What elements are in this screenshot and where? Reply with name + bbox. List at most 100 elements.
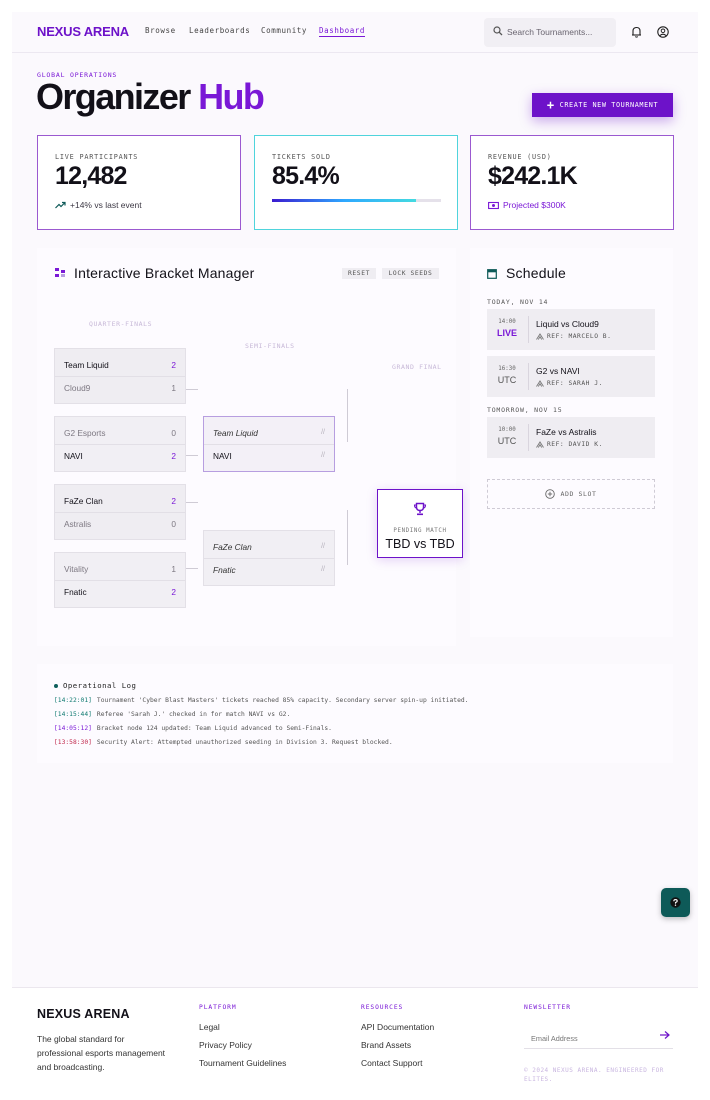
match-qf-1[interactable]: Team Liquid 2 Cloud9 1 xyxy=(54,348,186,404)
tickets-progress-bar xyxy=(272,199,441,202)
nav-link-community[interactable]: Community xyxy=(261,26,307,35)
round-label-grand-final: GRAND FINAL xyxy=(392,363,442,371)
log-entry: [14:15:44] Referee 'Sarah J.' checked in … xyxy=(54,711,290,718)
stat-value: 85.4% xyxy=(272,162,340,190)
footer-heading-newsletter: NEWSLETTER xyxy=(524,1004,571,1011)
team-name: G2 Esports xyxy=(64,428,106,438)
bracket-panel: Interactive Bracket Manager RESET LOCK S… xyxy=(37,248,463,646)
nav-link-leaderboards[interactable]: Leaderboards xyxy=(189,26,250,35)
bracket-title: Interactive Bracket Manager xyxy=(74,265,255,281)
log-entry: [14:22:01] Tournament 'Cyber Blast Master… xyxy=(54,697,468,704)
reset-button[interactable]: RESET xyxy=(342,268,376,279)
log-entry: [13:58:30] Security Alert: Attempted unau… xyxy=(54,739,393,746)
team-name: Fnatic xyxy=(213,565,236,575)
log-timestamp: [14:15:44] xyxy=(54,711,92,718)
money-icon xyxy=(488,201,499,209)
stat-label: TICKETS SOLD xyxy=(272,153,331,161)
match-divider xyxy=(55,580,185,581)
slot-referee-text: REF: DAVID K. xyxy=(547,441,603,448)
add-circle-icon xyxy=(545,489,556,499)
team-name: Cloud9 xyxy=(64,383,91,393)
schedule-slot[interactable]: 16:30 UTC G2 vs NAVI REF: SARAH J. xyxy=(487,356,655,397)
team-score: 1 xyxy=(171,383,176,393)
team-score: 2 xyxy=(171,451,176,461)
newsletter-email-input[interactable]: Email Address xyxy=(524,1023,673,1049)
slot-time: 16:30 xyxy=(498,366,516,372)
team-score: // xyxy=(321,429,325,436)
match-qf-3[interactable]: FaZe Clan 2 Astralis 0 xyxy=(54,484,186,540)
stat-card-tickets: TICKETS SOLD 85.4% xyxy=(254,135,458,230)
match-divider xyxy=(204,558,334,559)
stat-projection-text: Projected $300K xyxy=(503,200,566,210)
team-name: Fnatic xyxy=(64,587,87,597)
slot-separator xyxy=(528,424,529,451)
title-accent: Hub xyxy=(198,76,265,117)
bracket-connector xyxy=(347,510,348,565)
log-entry: [14:05:12] Bracket node 124 updated: Team… xyxy=(54,725,332,732)
team-score: // xyxy=(321,452,325,459)
referee-icon xyxy=(536,333,544,340)
nav-link-dashboard[interactable]: Dashboard xyxy=(319,26,366,37)
stat-card-revenue: REVENUE (USD) $242.1K Projected $300K xyxy=(470,135,674,230)
bracket-connector xyxy=(186,455,198,456)
slot-referee-text: REF: SARAH J. xyxy=(547,380,603,387)
search-input[interactable]: Search Tournaments... xyxy=(484,18,616,47)
match-sf-2[interactable]: FaZe Clan // Fnatic // xyxy=(203,530,335,586)
plus-icon: + xyxy=(546,98,555,112)
team-name: NAVI xyxy=(213,451,232,461)
help-button[interactable] xyxy=(661,888,690,917)
footer-link-api[interactable]: API Documentation xyxy=(361,1022,434,1032)
slot-referee: REF: DAVID K. xyxy=(536,441,603,448)
create-tournament-button[interactable]: + CREATE NEW TOURNAMENT xyxy=(532,93,673,117)
match-grand-final[interactable]: PENDING MATCH TBD vs TBD xyxy=(377,489,463,558)
team-name: FaZe Clan xyxy=(64,496,103,506)
log-text: Referee 'Sarah J.' checked in for match … xyxy=(96,711,291,718)
trophy-icon xyxy=(413,502,427,516)
add-slot-button[interactable]: ADD SLOT xyxy=(487,479,655,509)
bell-icon[interactable] xyxy=(631,26,642,38)
search-placeholder: Search Tournaments... xyxy=(507,27,593,37)
match-divider xyxy=(55,444,185,445)
footer-link-brand[interactable]: Brand Assets xyxy=(361,1040,411,1050)
log-text: Security Alert: Attempted unauthorized s… xyxy=(96,739,393,746)
schedule-slot[interactable]: 10:00 UTC FaZe vs Astralis REF: DAVID K. xyxy=(487,417,655,458)
log-text: Tournament 'Cyber Blast Masters' tickets… xyxy=(96,697,469,704)
team-name: FaZe Clan xyxy=(213,542,252,552)
lock-seeds-button[interactable]: LOCK SEEDS xyxy=(382,268,439,279)
slot-referee: REF: SARAH J. xyxy=(536,380,603,387)
slot-separator xyxy=(528,363,529,390)
round-label-semifinals: SEMI-FINALS xyxy=(245,342,295,350)
title-main: Organizer xyxy=(36,76,191,117)
stat-label: REVENUE (USD) xyxy=(488,153,552,161)
match-sf-1[interactable]: Team Liquid // NAVI // xyxy=(203,416,335,472)
team-score: 2 xyxy=(171,496,176,506)
slot-time: 14:00 xyxy=(498,319,516,325)
team-name: NAVI xyxy=(64,451,83,461)
arrow-right-icon[interactable] xyxy=(659,1030,670,1040)
footer-link-legal[interactable]: Legal xyxy=(199,1022,220,1032)
slot-zone: LIVE xyxy=(496,328,517,338)
match-qf-4[interactable]: Vitality 1 Fnatic 2 xyxy=(54,552,186,608)
footer-link-support[interactable]: Contact Support xyxy=(361,1058,422,1068)
logo[interactable]: NEXUS ARENA xyxy=(37,24,129,39)
status-dot xyxy=(54,683,58,688)
user-icon[interactable] xyxy=(657,26,669,38)
slot-match: FaZe vs Astralis xyxy=(536,427,597,437)
calendar-icon xyxy=(487,269,497,279)
match-qf-2[interactable]: G2 Esports 0 NAVI 2 xyxy=(54,416,186,472)
nav-link-browse[interactable]: Browse xyxy=(145,26,176,35)
operational-log: Operational Log [14:22:01] Tournament 'Cy… xyxy=(37,664,673,763)
footer-link-guidelines[interactable]: Tournament Guidelines xyxy=(199,1058,286,1068)
referee-icon xyxy=(536,441,544,448)
slot-referee: REF: MARCELO B. xyxy=(536,333,611,340)
footer-description: The global standard for professional esp… xyxy=(37,1034,166,1072)
page-title: Organizer Hub xyxy=(36,76,265,118)
team-score: // xyxy=(321,566,325,573)
slot-time: 10:00 xyxy=(498,427,516,433)
schedule-panel: Schedule TODAY, NOV 14 14:00 LIVE Liquid… xyxy=(470,248,673,637)
team-score: 2 xyxy=(171,360,176,370)
email-placeholder: Email Address xyxy=(531,1034,578,1043)
footer-link-privacy[interactable]: Privacy Policy xyxy=(199,1040,252,1050)
schedule-slot[interactable]: 14:00 LIVE Liquid vs Cloud9 REF: MARCELO… xyxy=(487,309,655,350)
team-score: 0 xyxy=(171,519,176,529)
